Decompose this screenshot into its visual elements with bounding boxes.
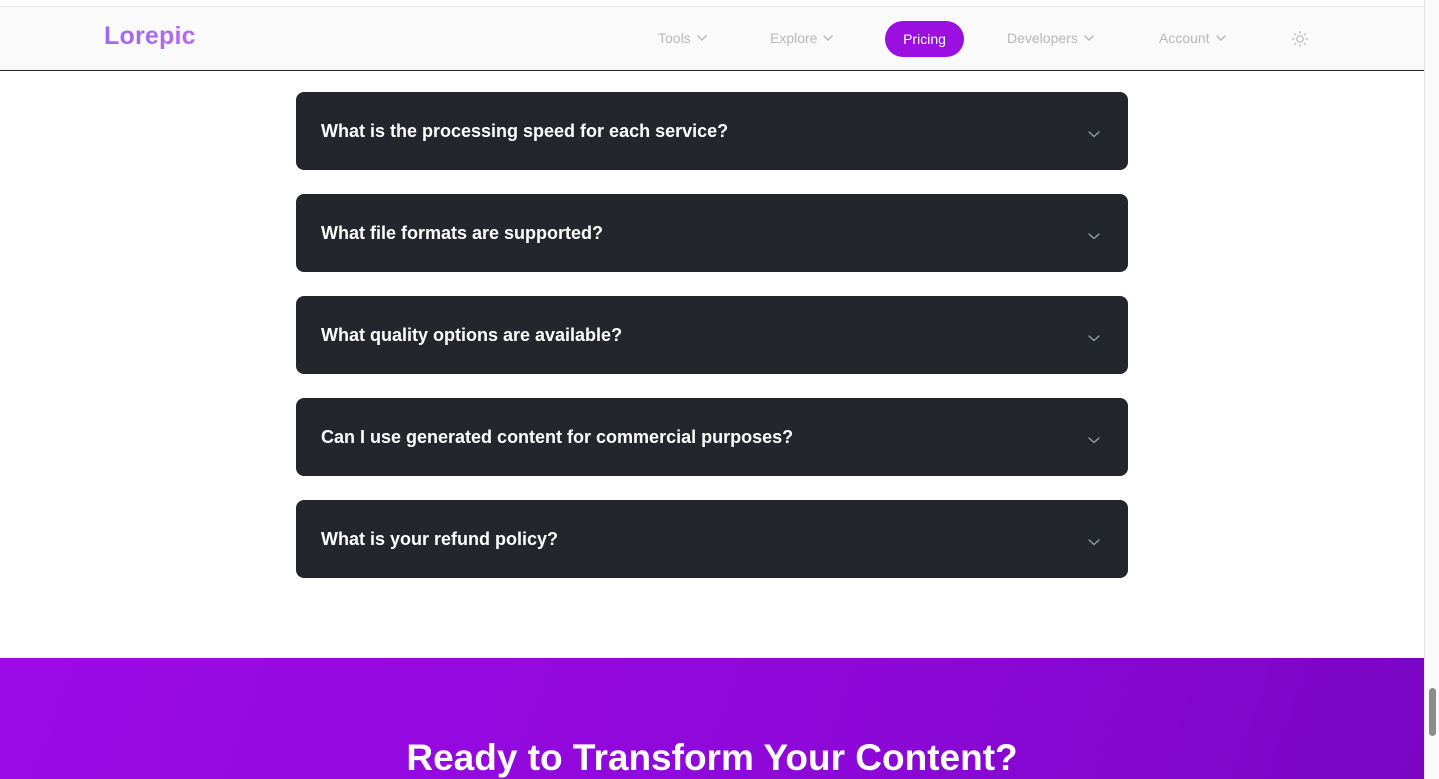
faq-question: Can I use generated content for commerci… (321, 426, 794, 447)
faq-question: What quality options are available? (321, 324, 623, 345)
chevron-down-icon (1088, 228, 1100, 240)
nav-tools[interactable]: Tools (658, 30, 707, 46)
sun-icon[interactable] (1291, 30, 1309, 48)
chevron-down-icon (823, 33, 834, 43)
faq-question: What is the processing speed for each se… (321, 120, 729, 141)
nav-tools-label: Tools (658, 30, 691, 46)
cta-banner: Ready to Transform Your Content? (0, 658, 1424, 779)
nav-account[interactable]: Account (1159, 30, 1226, 46)
nav-explore[interactable]: Explore (770, 30, 834, 46)
faq-question: What is your refund policy? (321, 528, 559, 549)
faq-question: What file formats are supported? (321, 222, 604, 243)
nav-account-label: Account (1159, 30, 1210, 46)
logo[interactable]: Lorepic (104, 22, 196, 51)
chevron-down-icon (1084, 33, 1094, 43)
chevron-down-icon (1215, 33, 1226, 43)
cta-title: Ready to Transform Your Content? (406, 737, 1018, 778)
chevron-down-icon (1088, 330, 1100, 342)
browser-top-strip (0, 0, 1424, 7)
nav-developers-label: Developers (1007, 30, 1078, 46)
page: Lorepic Tools Explore Pricing Developers… (0, 0, 1439, 779)
chevron-down-icon (1088, 126, 1100, 138)
nav-pricing-button[interactable]: Pricing (885, 21, 964, 57)
chevron-down-icon (1088, 432, 1100, 444)
chevron-down-icon (696, 33, 707, 43)
faq-item[interactable]: What is your refund policy? (296, 500, 1128, 578)
chevron-down-icon (1088, 534, 1100, 546)
faq-item[interactable]: Can I use generated content for commerci… (296, 398, 1128, 476)
faq-list: What is the processing speed for each se… (296, 92, 1128, 602)
faq-item[interactable]: What quality options are available? (296, 296, 1128, 374)
faq-item[interactable]: What file formats are supported? (296, 194, 1128, 272)
faq-item[interactable]: What is the processing speed for each se… (296, 92, 1128, 170)
scrollbar-thumb[interactable] (1429, 688, 1436, 736)
site-header: Lorepic Tools Explore Pricing Developers… (0, 7, 1424, 71)
scrollbar[interactable] (1424, 0, 1439, 779)
nav-explore-label: Explore (770, 30, 818, 46)
nav-developers[interactable]: Developers (1007, 30, 1094, 46)
